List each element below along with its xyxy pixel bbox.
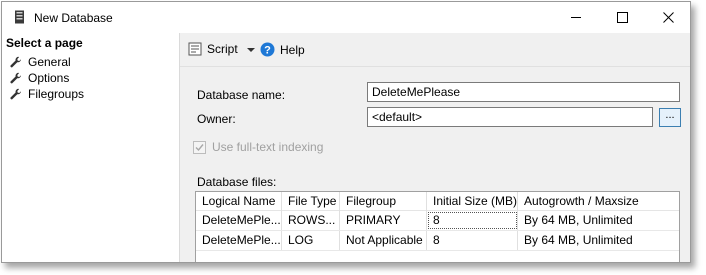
wrench-icon [10,72,21,84]
cell-autogrowth[interactable]: By 64 MB, Unlimited [518,231,679,250]
nav-item-options[interactable]: Options [10,70,69,86]
script-button[interactable]: Script [188,42,238,56]
database-name-label: Database name: [197,88,286,102]
cell-file-type[interactable]: ROWS... [282,211,340,230]
grid-header-row: Logical Name File Type Filegroup Initial… [196,192,679,211]
wrench-icon [10,88,21,100]
table-row[interactable]: DeleteMePle... ROWS... PRIMARY 8 By 64 M… [196,211,679,231]
title-bar: New Database [2,2,690,32]
cell-initial-size[interactable]: 8 [427,211,518,230]
database-name-input[interactable]: DeleteMePlease [367,82,680,102]
column-header-file-type[interactable]: File Type [282,192,340,211]
fulltext-indexing-label: Use full-text indexing [212,140,324,154]
script-dropdown-caret[interactable] [247,48,255,52]
cell-logical-name[interactable]: DeleteMePle... [196,231,282,250]
page-selector-pane: Select a page General Options Filegroups [2,33,179,262]
cell-autogrowth[interactable]: By 64 MB, Unlimited [518,211,679,230]
window-title: New Database [34,11,113,25]
nav-item-filegroups[interactable]: Filegroups [10,86,84,102]
fulltext-indexing-checkbox[interactable] [193,140,206,154]
minimize-button[interactable] [553,2,599,32]
minimize-icon [570,16,581,18]
fulltext-indexing-row: Use full-text indexing [193,140,323,154]
cell-file-type[interactable]: LOG [282,231,340,250]
cell-filegroup[interactable]: PRIMARY [340,211,427,230]
close-button[interactable] [645,2,690,32]
help-label: Help [280,42,305,57]
column-header-logical-name[interactable]: Logical Name [196,192,282,211]
owner-label: Owner: [197,112,236,126]
column-header-autogrowth[interactable]: Autogrowth / Maxsize [518,192,679,211]
select-a-page-header: Select a page [6,36,83,50]
script-icon [188,42,202,56]
cell-initial-size[interactable]: 8 [427,231,518,250]
checkmark-icon [195,143,204,151]
wrench-icon [10,56,21,68]
nav-item-general[interactable]: General [10,54,71,70]
script-label: Script [207,42,238,56]
column-header-filegroup[interactable]: Filegroup [340,192,427,211]
toolbar: Script ? Help [180,33,690,67]
cell-logical-name[interactable]: DeleteMePle... [196,211,282,230]
nav-item-label: Filegroups [28,87,85,101]
cell-filegroup[interactable]: Not Applicable [340,231,427,250]
nav-item-label: Options [28,71,70,85]
close-icon [662,11,674,23]
database-server-icon [15,10,24,24]
database-files-label: Database files: [197,175,277,189]
owner-browse-button[interactable]: ... [659,108,681,127]
svg-text:?: ? [264,45,271,57]
maximize-button[interactable] [599,2,645,32]
new-database-dialog: New Database Select a page General Optio… [1,1,691,263]
table-row[interactable]: DeleteMePle... LOG Not Applicable 8 By 6… [196,231,679,251]
help-button[interactable]: ? Help [260,42,305,57]
nav-item-label: General [28,55,71,69]
owner-input[interactable]: <default> [367,107,653,127]
help-icon: ? [260,42,275,57]
general-page-content: Script ? Help Database name: DeleteMePle… [179,33,690,262]
maximize-icon [616,11,628,23]
column-header-initial-size[interactable]: Initial Size (MB) [427,192,518,211]
database-files-grid: Logical Name File Type Filegroup Initial… [195,191,680,262]
